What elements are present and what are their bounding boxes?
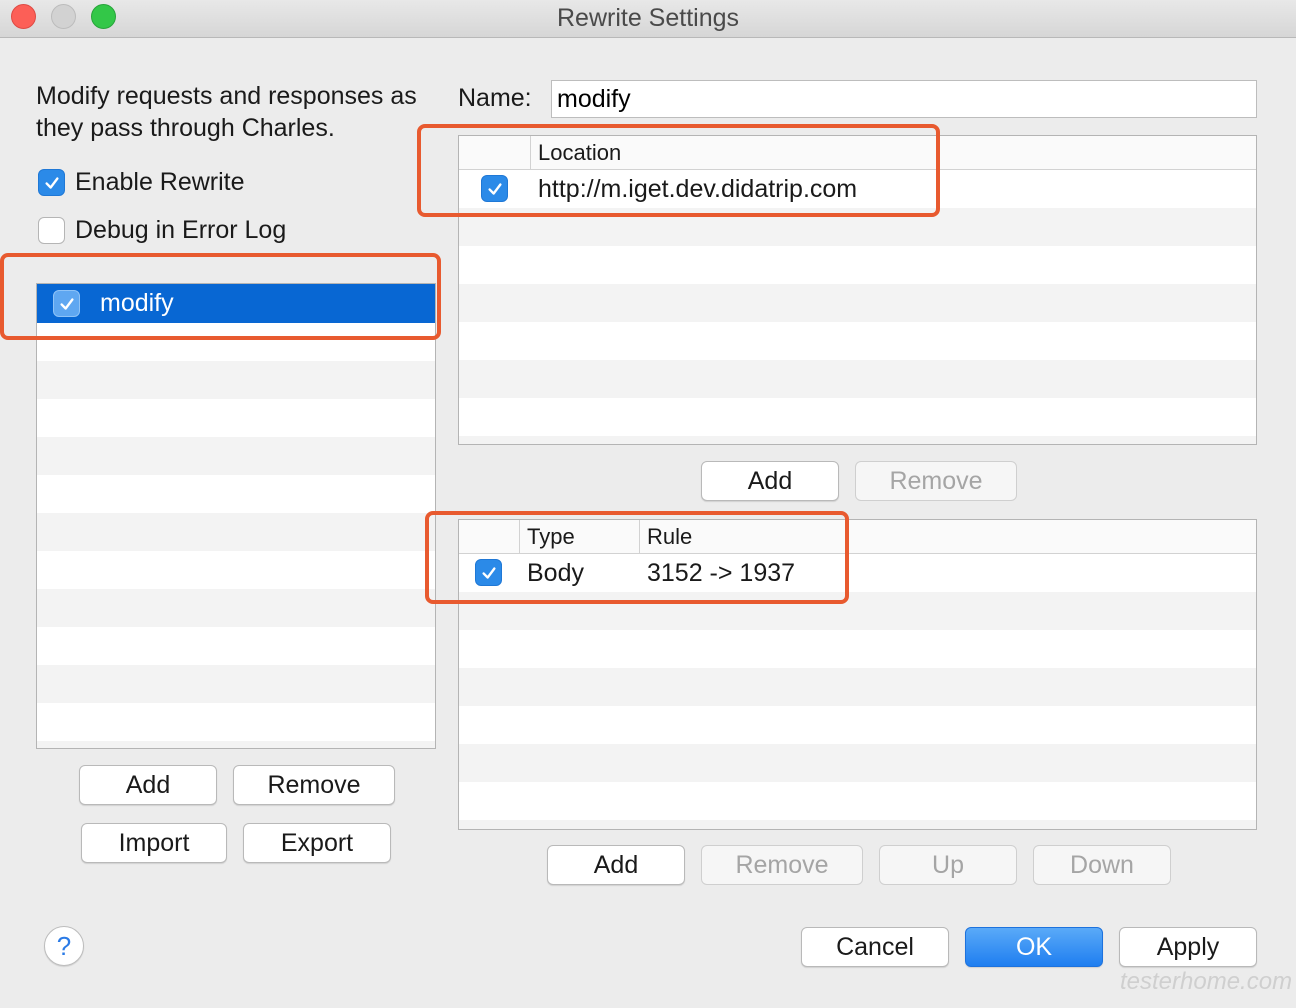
enable-rewrite-option[interactable]: Enable Rewrite (38, 168, 245, 197)
rule-set-name: modify (100, 289, 174, 317)
add-rule-button[interactable]: Add (547, 845, 685, 885)
checkmark-icon (59, 297, 74, 310)
remove-location-button[interactable]: Remove (855, 461, 1017, 501)
rule-value: 3152 -> 1937 (647, 559, 796, 587)
apply-button[interactable]: Apply (1119, 927, 1257, 967)
import-button[interactable]: Import (81, 823, 227, 863)
rules-table[interactable]: Type Rule Body 3152 -> 1937 (458, 519, 1257, 830)
name-label: Name: (458, 84, 532, 112)
watermark: testerhome.com (1120, 968, 1293, 995)
move-up-button[interactable]: Up (879, 845, 1017, 885)
checkmark-icon (481, 566, 496, 579)
export-button[interactable]: Export (243, 823, 391, 863)
rule-column-header[interactable]: Rule (639, 520, 1256, 554)
name-input[interactable] (551, 80, 1257, 118)
checkmark-icon (44, 176, 59, 189)
add-location-button[interactable]: Add (701, 461, 839, 501)
location-table[interactable]: Location http://m.iget.dev.didatrip.com (458, 135, 1257, 445)
enable-rewrite-checkbox[interactable] (38, 169, 65, 196)
debug-error-log-label: Debug in Error Log (75, 216, 287, 244)
location-table-body: http://m.iget.dev.didatrip.com (459, 170, 1256, 444)
cancel-button[interactable]: Cancel (801, 927, 949, 967)
window-title: Rewrite Settings (556, 4, 740, 32)
remove-rule-set-button[interactable]: Remove (233, 765, 395, 805)
enable-rewrite-label: Enable Rewrite (75, 168, 245, 196)
type-column-header[interactable]: Type (519, 520, 639, 554)
move-down-button[interactable]: Down (1033, 845, 1171, 885)
location-enabled-checkbox[interactable] (481, 175, 508, 202)
rules-table-body: Body 3152 -> 1937 (459, 554, 1256, 829)
debug-error-log-option[interactable]: Debug in Error Log (38, 216, 286, 245)
rule-type: Body (527, 559, 584, 587)
list-empty-rows (37, 323, 435, 748)
checkmark-icon (487, 182, 502, 195)
location-row[interactable]: http://m.iget.dev.didatrip.com (459, 170, 1256, 208)
help-button[interactable]: ? (44, 926, 84, 966)
rule-set-list[interactable]: modify (36, 283, 436, 749)
rule-row[interactable]: Body 3152 -> 1937 (459, 554, 1256, 592)
location-url: http://m.iget.dev.didatrip.com (538, 175, 858, 203)
debug-error-log-checkbox[interactable] (38, 217, 65, 244)
title-bar: Rewrite Settings (0, 0, 1296, 38)
location-column-header[interactable]: Location (530, 136, 1256, 170)
remove-rule-button[interactable]: Remove (701, 845, 863, 885)
description-text: Modify requests and responses as they pa… (36, 82, 417, 142)
rules-table-header: Type Rule (459, 520, 1256, 554)
rule-set-item-modify[interactable]: modify (37, 284, 435, 323)
ok-button[interactable]: OK (965, 927, 1103, 967)
rule-set-enabled-checkbox[interactable] (53, 290, 80, 317)
location-table-header: Location (459, 136, 1256, 170)
rule-enabled-checkbox[interactable] (475, 559, 502, 586)
add-rule-set-button[interactable]: Add (79, 765, 217, 805)
